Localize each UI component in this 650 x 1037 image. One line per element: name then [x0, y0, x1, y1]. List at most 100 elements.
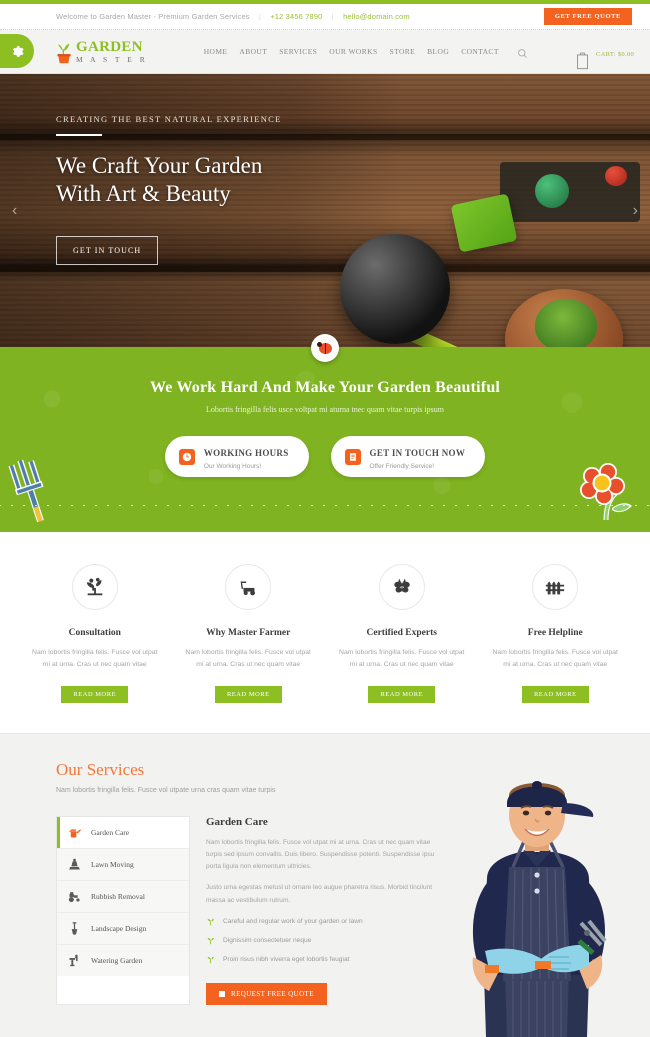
service-detail-paragraph-1: Nam lobortis fringilla felis. Fusce vol …	[206, 838, 435, 871]
pitchfork-icon	[8, 459, 44, 523]
hero-title: We Craft Your Garden With Art & Beauty	[56, 152, 650, 208]
service-tab-rubbish-removal[interactable]: Rubbish Removal	[57, 880, 189, 913]
lawnmower-icon	[225, 564, 272, 610]
working-hours-text: WORKING HOURS Our Working Hours!	[204, 443, 289, 470]
feature-description: Nam lobortis fringilla felis. Fusce vol …	[185, 649, 311, 668]
service-tab-lawn-moving[interactable]: Lawn Moving	[57, 848, 189, 881]
nav-item-home[interactable]: HOME	[204, 47, 228, 56]
feature-read-more-button[interactable]: READ MORE	[214, 685, 282, 703]
ladybug-icon[interactable]	[311, 334, 339, 362]
square-bullet-icon	[219, 990, 225, 997]
service-tab-label: Watering Garden	[91, 955, 143, 965]
clock-icon	[178, 448, 195, 465]
get-free-quote-button[interactable]: GET FREE QUOTE	[543, 8, 632, 25]
nav-item-contact[interactable]: CONTACT	[461, 47, 499, 56]
hero-cta-button[interactable]: GET IN TOUCH	[56, 236, 159, 266]
list-item: Careful and regular work of your garden …	[206, 916, 436, 927]
feature-card-free-helpline: Free Helpline Nam lobortis fringilla fel…	[479, 564, 633, 703]
feature-title: Free Helpline	[527, 628, 583, 638]
hero-content: CREATING THE BEST NATURAL EXPERIENCE We …	[0, 74, 650, 266]
phone-number[interactable]: +12 3456 7890	[270, 12, 322, 21]
feature-card-consultation: Consultation Nam lobortis fringilla feli…	[18, 564, 172, 703]
cta-band-buttons: WORKING HOURS Our Working Hours! GET IN …	[0, 436, 650, 477]
list-item-text: Dignissim consectetuer neque	[223, 936, 312, 944]
slider-prev-arrow[interactable]: ‹	[12, 202, 17, 220]
working-hours-title: WORKING HOURS	[203, 448, 289, 458]
nav-item-blog[interactable]: BLOG	[427, 47, 449, 56]
sprout-icon	[207, 937, 214, 944]
watering-can-icon	[69, 829, 81, 838]
service-detail-panel: Garden Care Nam lobortis fringilla felis…	[206, 816, 436, 1005]
logo-text: GARDEN M A S T E R	[76, 38, 148, 64]
feature-card-why-master-farmer: Why Master Farmer Nam lobortis fringilla…	[172, 564, 326, 703]
request-free-quote-label: REQUEST FREE QUOTE	[231, 989, 314, 998]
feature-read-more-button[interactable]: READ MORE	[521, 685, 589, 703]
nav-item-our-works[interactable]: OUR WORKS	[329, 47, 377, 56]
butterfly-icon	[378, 564, 425, 610]
hero-eyebrow: CREATING THE BEST NATURAL EXPERIENCE	[56, 114, 282, 124]
hero-slider: CREATING THE BEST NATURAL EXPERIENCE We …	[0, 74, 650, 347]
cta-band-subtitle: Lobortis fringilla felis usce voltpat mi…	[206, 405, 444, 414]
feature-description: Nam lobortis fringilla felis. Fusce vol …	[32, 649, 158, 668]
feature-read-more-button[interactable]: READ MORE	[368, 685, 436, 703]
services-tab-list: Garden Care Lawn Moving Rubbish Removal …	[56, 815, 190, 1005]
hero-wood-grain-2	[0, 266, 650, 272]
service-tab-landscape-design[interactable]: Landscape Design	[57, 912, 189, 945]
request-free-quote-button[interactable]: REQUEST FREE QUOTE	[206, 982, 327, 1005]
top-bar-separator-2: |	[331, 12, 334, 21]
sprout-icon	[207, 956, 214, 963]
top-bar: Welcome to Garden Master - Premium Garde…	[0, 4, 650, 30]
site-logo[interactable]: GARDEN M A S T E R	[56, 38, 148, 66]
features-section: Consultation Nam lobortis fringilla feli…	[0, 532, 650, 733]
logo-primary-text: GARDEN	[76, 38, 143, 55]
feature-read-more-button[interactable]: READ MORE	[61, 685, 129, 703]
hero-divider	[56, 134, 102, 136]
seedling-icon	[71, 564, 118, 610]
service-detail-title: Garden Care	[206, 815, 268, 828]
service-tab-label: Landscape Design	[91, 923, 147, 933]
get-in-touch-now-button[interactable]: GET IN TOUCH NOW Offer Friendly Service!	[330, 436, 486, 477]
feature-card-certified-experts: Certified Experts Nam lobortis fringilla…	[325, 564, 479, 703]
get-in-touch-title: GET IN TOUCH NOW	[369, 448, 466, 458]
nav-item-about[interactable]: ABOUT	[239, 47, 267, 56]
service-tab-watering-garden[interactable]: Watering Garden	[57, 944, 189, 976]
feature-title: Consultation	[68, 628, 121, 638]
top-bar-info: Welcome to Garden Master - Premium Garde…	[56, 12, 410, 21]
search-icon[interactable]	[517, 46, 528, 58]
gardener-photo	[472, 780, 607, 1037]
fence-icon	[532, 564, 579, 610]
site-header: GARDEN M A S T E R HOME ABOUT SERVICES O…	[0, 30, 650, 80]
list-item: Dignissim consectetuer neque	[206, 935, 436, 946]
hero-potted-plant	[535, 299, 597, 347]
nav-item-store[interactable]: STORE	[390, 47, 416, 56]
service-tab-label: Lawn Moving	[91, 859, 134, 869]
nav-item-services[interactable]: SERVICES	[279, 47, 317, 56]
feature-description: Nam lobortis fringilla felis. Fusce vol …	[492, 649, 618, 668]
list-item-text: Proin risus nibh viverra eget lobortis f…	[223, 955, 350, 963]
get-in-touch-text: GET IN TOUCH NOW Offer Friendly Service!	[370, 443, 466, 470]
slider-next-arrow[interactable]: ›	[633, 202, 638, 220]
hero-title-line-2: With Art & Beauty	[56, 181, 231, 207]
main-navigation: HOME ABOUT SERVICES OUR WORKS STORE BLOG…	[204, 46, 528, 58]
service-tab-label: Rubbish Removal	[91, 891, 145, 901]
faucet-icon	[69, 954, 78, 966]
list-item: Proin risus nibh viverra eget lobortis f…	[206, 954, 436, 965]
cart-icon	[575, 51, 590, 75]
feature-title: Certified Experts	[366, 628, 437, 638]
top-bar-separator-1: |	[258, 12, 262, 21]
service-detail-paragraph-2: Justo urna egestas metusl ut ornare leo …	[206, 884, 433, 904]
page-root: Welcome to Garden Master - Premium Garde…	[0, 0, 650, 1037]
gear-icon[interactable]	[0, 34, 34, 68]
service-tab-label: Garden Care	[91, 827, 130, 837]
logo-secondary-text: M A S T E R	[76, 54, 148, 64]
service-tab-garden-care[interactable]: Garden Care	[57, 816, 189, 849]
email-address[interactable]: hello@domain.com	[343, 12, 410, 21]
feature-title: Why Master Farmer	[206, 628, 291, 638]
feature-description: Nam lobortis fringilla felis. Fusce vol …	[339, 649, 465, 668]
welcome-text: Welcome to Garden Master - Premium Garde…	[56, 12, 250, 21]
working-hours-button[interactable]: WORKING HOURS Our Working Hours!	[164, 436, 309, 477]
service-benefit-list: Careful and regular work of your garden …	[206, 916, 436, 965]
hero-title-line-1: We Craft Your Garden	[56, 153, 263, 178]
call-to-action-band: We Work Hard And Make Your Garden Beauti…	[0, 347, 650, 532]
working-hours-subtitle: Our Working Hours!	[203, 463, 262, 470]
